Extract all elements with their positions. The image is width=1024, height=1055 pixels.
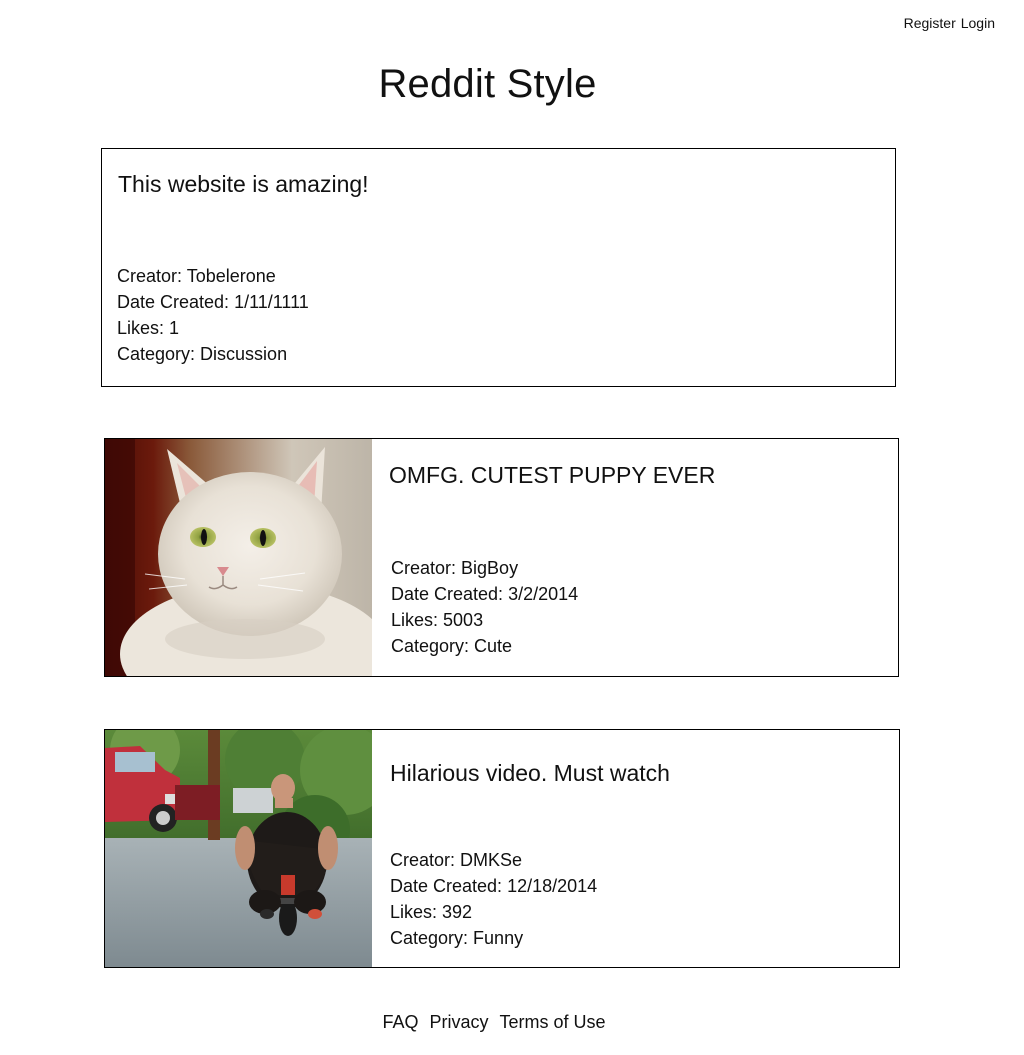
faq-link[interactable]: FAQ (382, 1012, 418, 1032)
post-card[interactable]: OMFG. CUTEST PUPPY EVER Creator: BigBoy … (104, 438, 899, 677)
terms-link[interactable]: Terms of Use (500, 1012, 606, 1032)
post-title[interactable]: This website is amazing! (118, 171, 369, 198)
post-date: Date Created: 12/18/2014 (390, 876, 598, 896)
post-likes: Likes: 5003 (391, 610, 484, 630)
post-category: Category: Discussion (117, 344, 288, 364)
auth-links: Register Login (904, 15, 995, 31)
post-thumbnail-cat[interactable] (105, 439, 372, 676)
post-creator: Creator: DMKSe (390, 850, 523, 870)
post-card[interactable]: This website is amazing! Creator: Tobele… (101, 148, 896, 387)
privacy-link[interactable]: Privacy (429, 1012, 488, 1032)
creator-name: BigBoy (461, 558, 519, 578)
post-category: Category: Funny (390, 928, 524, 948)
post-date: Date Created: 3/2/2014 (391, 584, 579, 604)
creator-name: Tobelerone (186, 266, 276, 286)
post-date: Date Created: 1/11/1111 (117, 292, 309, 312)
post-category: Category: Cute (391, 636, 513, 656)
post-likes: Likes: 392 (390, 902, 473, 922)
post-creator: Creator: BigBoy (391, 558, 519, 578)
post-creator: Creator: Tobelerone (117, 266, 276, 286)
post-title[interactable]: OMFG. CUTEST PUPPY EVER (389, 462, 715, 489)
page-title: Reddit Style (378, 62, 597, 106)
post-likes: Likes: 1 (117, 318, 180, 338)
login-link[interactable]: Login (961, 15, 995, 31)
post-card[interactable]: Hilarious video. Must watch Creator: DMK… (104, 729, 900, 968)
post-meta: Creator: Tobelerone Date Created: 1/11/1… (117, 263, 309, 367)
post-meta: Creator: DMKSe Date Created: 12/18/2014 … (390, 847, 597, 951)
creator-name: DMKSe (460, 850, 523, 870)
post-title[interactable]: Hilarious video. Must watch (390, 760, 670, 787)
post-meta: Creator: BigBoy Date Created: 3/2/2014 L… (391, 555, 578, 659)
post-thumbnail-minibike[interactable] (105, 730, 372, 967)
footer: FAQ Privacy Terms of Use (0, 1012, 988, 1033)
register-link[interactable]: Register (904, 15, 956, 31)
